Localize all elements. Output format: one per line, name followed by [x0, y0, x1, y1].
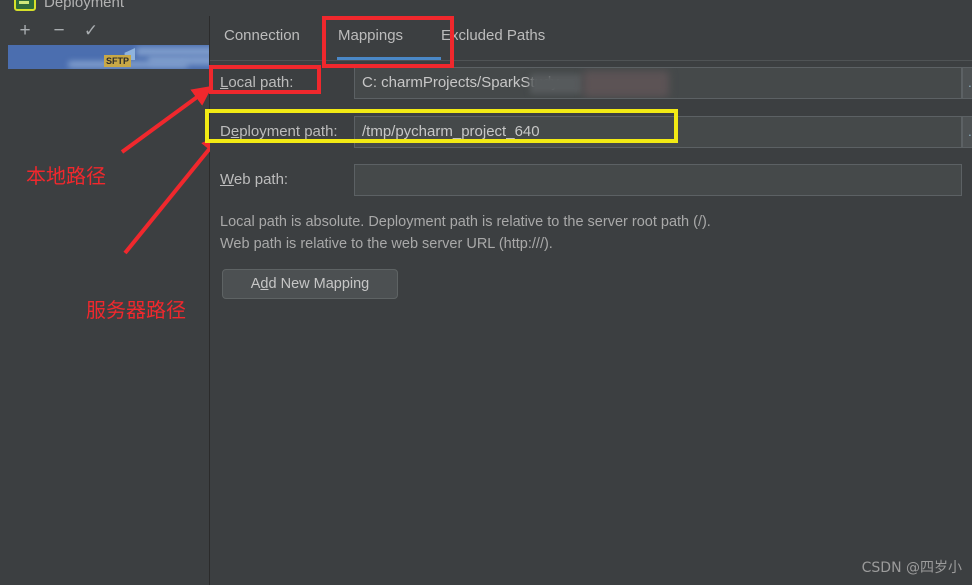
server-sidebar: + − ✓ SFTP 本地路径 服务器路径: [0, 16, 209, 585]
watermark: CSDN @四岁小: [861, 560, 962, 576]
web-path-input[interactable]: [354, 164, 962, 196]
local-path-input[interactable]: C: charmProjects/SparkStudy: [354, 67, 962, 99]
deployment-settings-window: Deployment + − ✓ SFTP 本地路径 服务器路径 Connect…: [0, 0, 972, 585]
window-title-bar: Deployment: [0, 0, 972, 16]
description-line-1: Local path is absolute. Deployment path …: [220, 214, 711, 230]
deployment-icon: [14, 0, 36, 11]
local-path-label: Local path:: [220, 74, 294, 91]
redacted-path-segment: [530, 74, 582, 94]
remove-server-icon[interactable]: −: [48, 21, 70, 41]
sidebar-toolbar: + − ✓: [0, 16, 209, 45]
annotation-local-path-note: 本地路径: [26, 164, 106, 188]
redacted-path-segment: [583, 71, 669, 97]
tab-excluded-paths[interactable]: Excluded Paths: [441, 16, 545, 60]
mappings-panel: Connection Mappings Excluded Paths Local…: [210, 16, 972, 585]
sftp-badge: SFTP: [104, 55, 132, 67]
window-title: Deployment: [44, 0, 125, 11]
local-path-row: Local path: C: charmProjects/SparkStudy …: [210, 66, 972, 102]
add-server-icon[interactable]: +: [14, 21, 36, 41]
list-item[interactable]: SFTP: [8, 45, 209, 69]
web-path-label: Web path:: [220, 171, 289, 188]
add-mapping-label-prefix: A: [250, 276, 261, 292]
deployment-path-browse-button[interactable]: …: [962, 116, 972, 148]
description-line-2: Web path is relative to the web server U…: [220, 236, 553, 252]
deployment-path-label: Deployment path:: [220, 123, 338, 140]
local-path-browse-button[interactable]: …: [962, 67, 972, 99]
set-default-check-icon[interactable]: ✓: [80, 21, 102, 41]
web-path-row: Web path:: [210, 163, 972, 199]
add-mapping-mnemonic: d: [260, 276, 269, 292]
annotation-server-path-note: 服务器路径: [86, 298, 186, 322]
add-new-mapping-button[interactable]: Add New Mapping: [222, 269, 398, 299]
add-mapping-label-suffix: d New Mapping: [268, 276, 370, 292]
tab-connection[interactable]: Connection: [224, 16, 300, 60]
tab-bar-separator: [210, 60, 972, 61]
server-list: SFTP: [8, 45, 209, 69]
mappings-description: Local path is absolute. Deployment path …: [220, 211, 920, 255]
tab-mappings[interactable]: Mappings: [338, 16, 403, 60]
redacted-server-name: [136, 47, 209, 56]
deployment-path-row: Deployment path: /tmp/pycharm_project_64…: [210, 115, 972, 151]
tab-bar: Connection Mappings Excluded Paths: [210, 16, 972, 61]
deployment-path-input[interactable]: /tmp/pycharm_project_640: [354, 116, 962, 148]
